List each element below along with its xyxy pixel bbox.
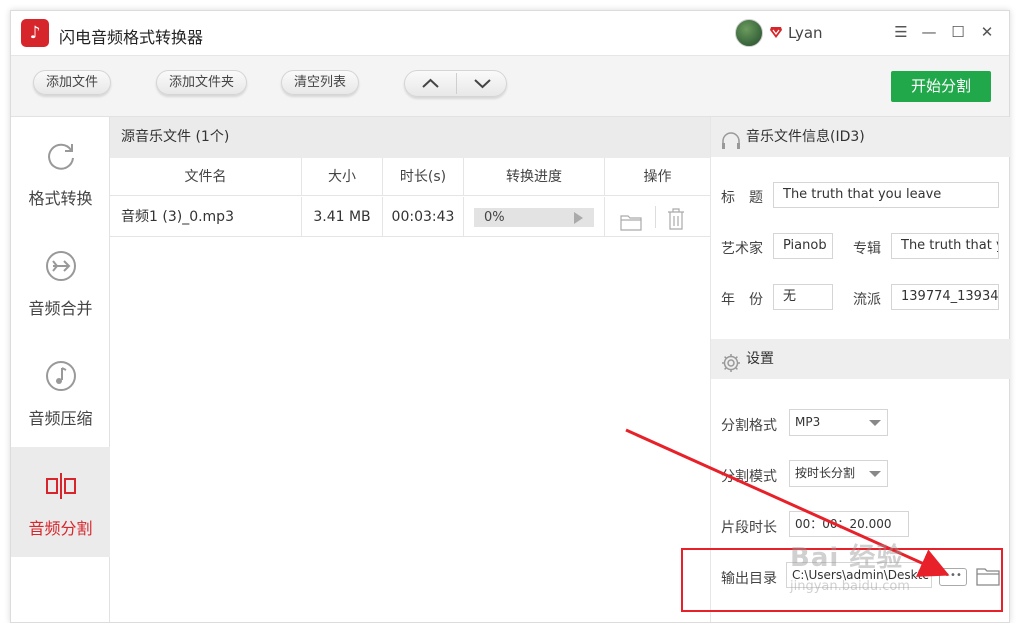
- watermark: Bai 经验: [790, 543, 904, 573]
- watermark-url: jingyan.baidu.com: [790, 579, 910, 594]
- annotation-arrow-icon: [625, 428, 950, 577]
